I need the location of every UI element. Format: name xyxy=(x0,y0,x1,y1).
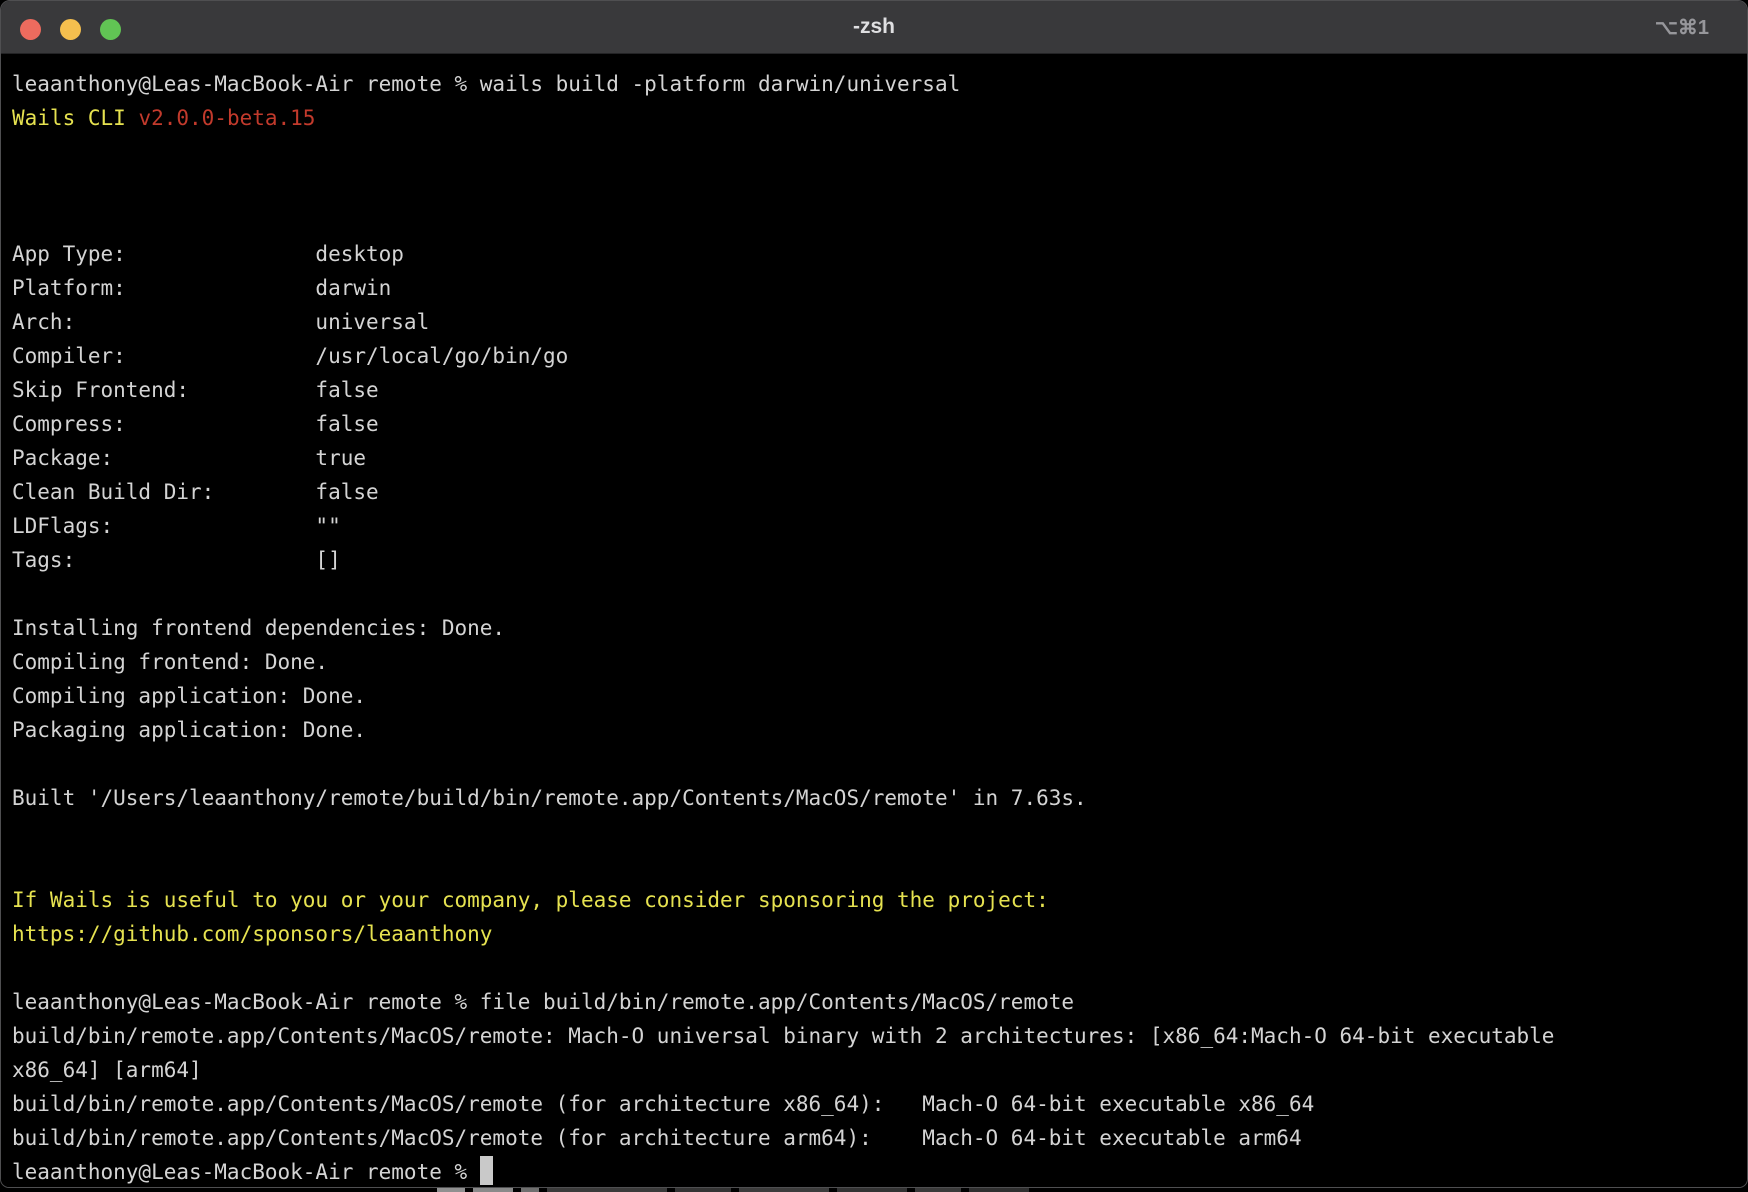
terminal-line-file-output-wrap: x86_64] [arm64] xyxy=(12,1053,1743,1087)
terminal-screen[interactable]: leaanthony@Leas-MacBook-Air remote % wai… xyxy=(1,54,1747,1188)
terminal-line-compiling-frontend: Compiling frontend: Done. xyxy=(12,645,1743,679)
terminal-prompt-line[interactable]: leaanthony@Leas-MacBook-Air remote % xyxy=(12,1155,1743,1188)
terminal-line: leaanthony@Leas-MacBook-Air remote % wai… xyxy=(12,67,1743,101)
terminal-line xyxy=(12,577,1743,611)
terminal-line xyxy=(12,135,1743,169)
terminal-line-file-command: leaanthony@Leas-MacBook-Air remote % fil… xyxy=(12,985,1743,1019)
terminal-line-built-result: Built '/Users/leaanthony/remote/build/bi… xyxy=(12,781,1743,815)
terminal-line-arch-arm64: build/bin/remote.app/Contents/MacOS/remo… xyxy=(12,1121,1743,1155)
terminal-line-wails-header: Wails CLI v2.0.0-beta.15 xyxy=(12,101,1743,135)
terminal-line-tags: Tags: [] xyxy=(12,543,1743,577)
terminal-line-compress: Compress: false xyxy=(12,407,1743,441)
terminal-line-app-type: App Type: desktop xyxy=(12,237,1743,271)
window-title: -zsh xyxy=(1,1,1747,53)
wails-version-label: v2.0.0-beta.15 xyxy=(138,106,315,130)
clipped-window-artifact xyxy=(437,1188,1029,1192)
titlebar[interactable]: -zsh ⌥⌘1 xyxy=(1,1,1747,54)
terminal-line-compiling-application: Compiling application: Done. xyxy=(12,679,1743,713)
terminal-line-arch: Arch: universal xyxy=(12,305,1743,339)
terminal-line-packaging-application: Packaging application: Done. xyxy=(12,713,1743,747)
terminal-line xyxy=(12,203,1743,237)
terminal-line-ldflags: LDFlags: "" xyxy=(12,509,1743,543)
terminal-window: -zsh ⌥⌘1 leaanthony@Leas-MacBook-Air rem… xyxy=(0,0,1748,1188)
terminal-line-arch-x86-64: build/bin/remote.app/Contents/MacOS/remo… xyxy=(12,1087,1743,1121)
terminal-line-skip-frontend: Skip Frontend: false xyxy=(12,373,1743,407)
terminal-line xyxy=(12,815,1743,849)
sponsor-message: If Wails is useful to you or your compan… xyxy=(12,883,1743,917)
prompt-text: leaanthony@Leas-MacBook-Air remote % xyxy=(12,1160,480,1184)
terminal-line xyxy=(12,951,1743,985)
terminal-line-package: Package: true xyxy=(12,441,1743,475)
terminal-cursor xyxy=(480,1156,493,1185)
sponsor-url: https://github.com/sponsors/leaanthony xyxy=(12,917,1743,951)
terminal-line-compiler: Compiler: /usr/local/go/bin/go xyxy=(12,339,1743,373)
terminal-line xyxy=(12,747,1743,781)
terminal-line-clean-build-dir: Clean Build Dir: false xyxy=(12,475,1743,509)
terminal-line xyxy=(12,849,1743,883)
terminal-line-platform: Platform: darwin xyxy=(12,271,1743,305)
window-shortcut-badge: ⌥⌘1 xyxy=(1655,1,1709,53)
terminal-line xyxy=(12,169,1743,203)
wails-cli-label: Wails CLI xyxy=(12,106,138,130)
terminal-line-installing-deps: Installing frontend dependencies: Done. xyxy=(12,611,1743,645)
terminal-line-file-output: build/bin/remote.app/Contents/MacOS/remo… xyxy=(12,1019,1743,1053)
